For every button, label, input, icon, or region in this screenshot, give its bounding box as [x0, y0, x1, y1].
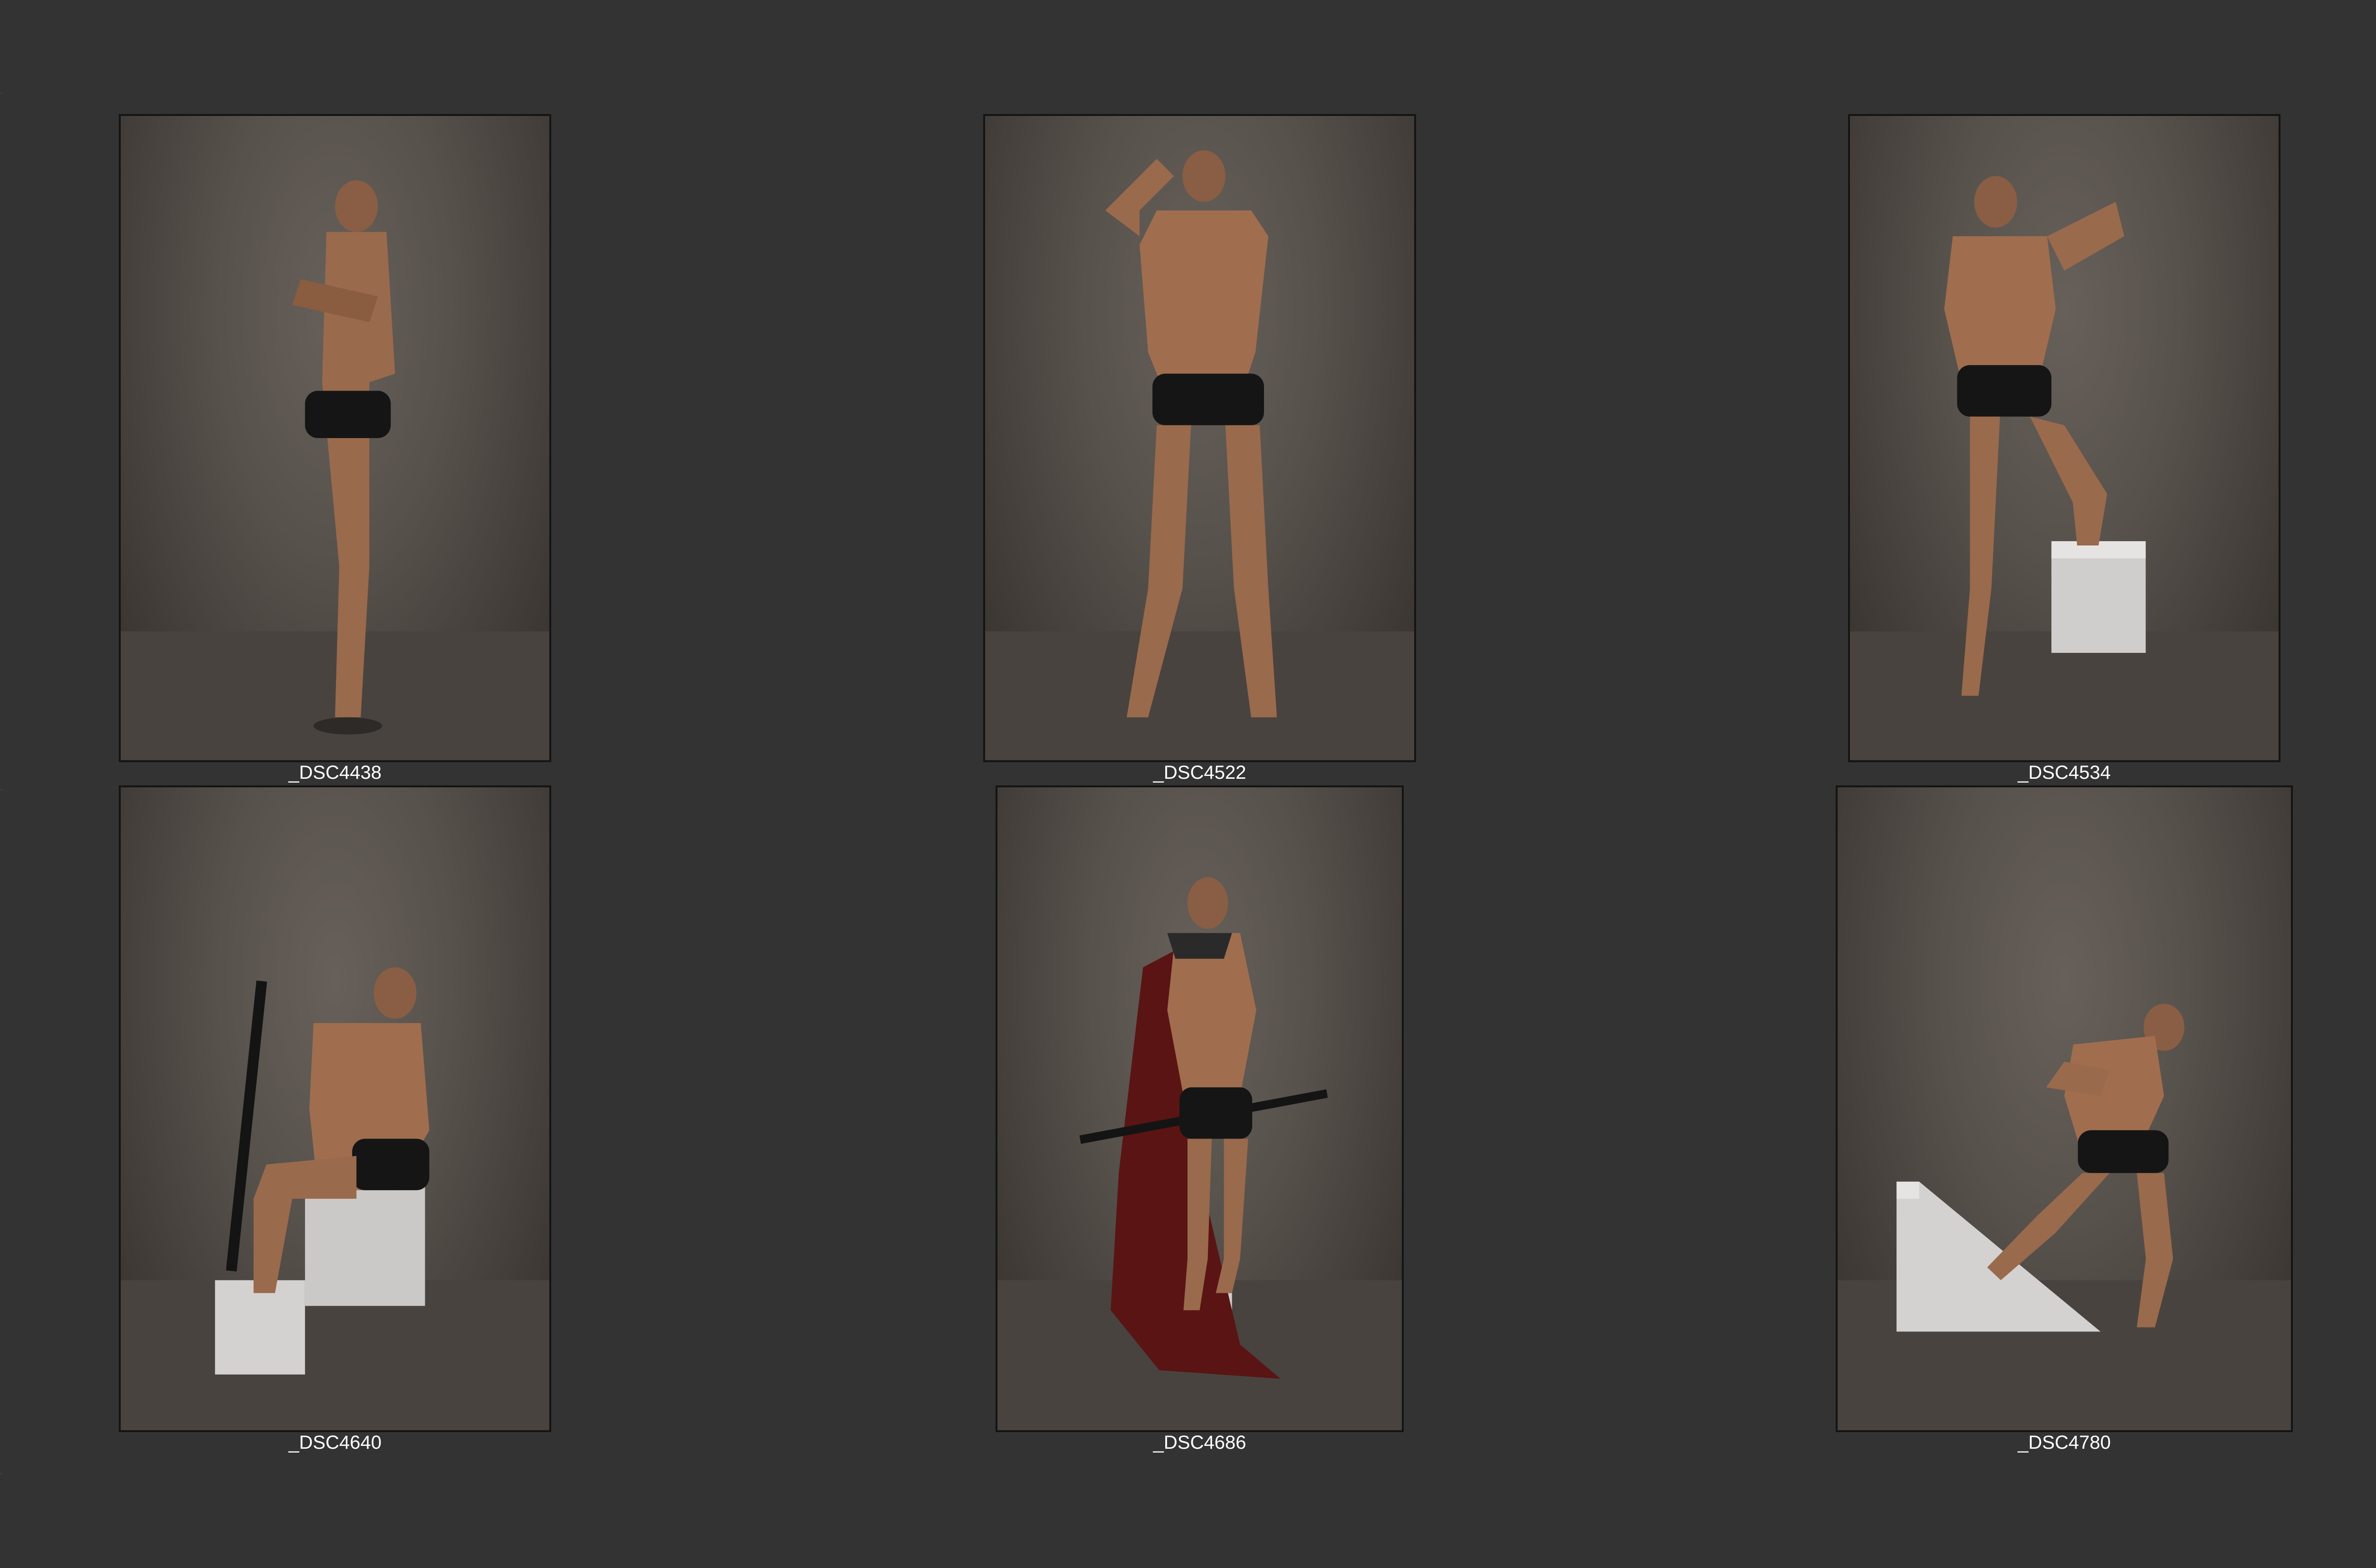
registration-mark — [0, 93, 3, 94]
registration-mark — [0, 1473, 3, 1474]
photo-thumbnail[interactable] — [1848, 114, 2280, 762]
photo-filename: _DSC4686 — [1153, 1432, 1246, 1453]
figure-silhouette — [1838, 1004, 2291, 1430]
photo-thumbnail[interactable] — [996, 785, 1404, 1432]
figure-silhouette — [121, 967, 549, 1430]
figure-silhouette — [1850, 176, 2279, 760]
photo-filename: _DSC4522 — [1153, 762, 1246, 783]
photo-thumbnail[interactable] — [983, 114, 1416, 762]
figure-silhouette — [997, 877, 1402, 1430]
photo-filename: _DSC4438 — [288, 762, 382, 783]
figure-silhouette — [121, 180, 549, 760]
photo-filename: _DSC4640 — [288, 1432, 382, 1453]
contact-sheet-page: _DSC4438 _DSC4522 _DSC4534 _DSC4640 _DSC… — [0, 0, 2376, 1568]
figure-silhouette — [985, 150, 1414, 760]
photo-filename: _DSC4780 — [2018, 1432, 2111, 1453]
registration-mark — [0, 789, 3, 790]
photo-thumbnail[interactable] — [119, 114, 551, 762]
photo-thumbnail[interactable] — [119, 785, 551, 1432]
photo-filename: _DSC4534 — [2018, 762, 2111, 783]
photo-thumbnail[interactable] — [1836, 785, 2293, 1432]
